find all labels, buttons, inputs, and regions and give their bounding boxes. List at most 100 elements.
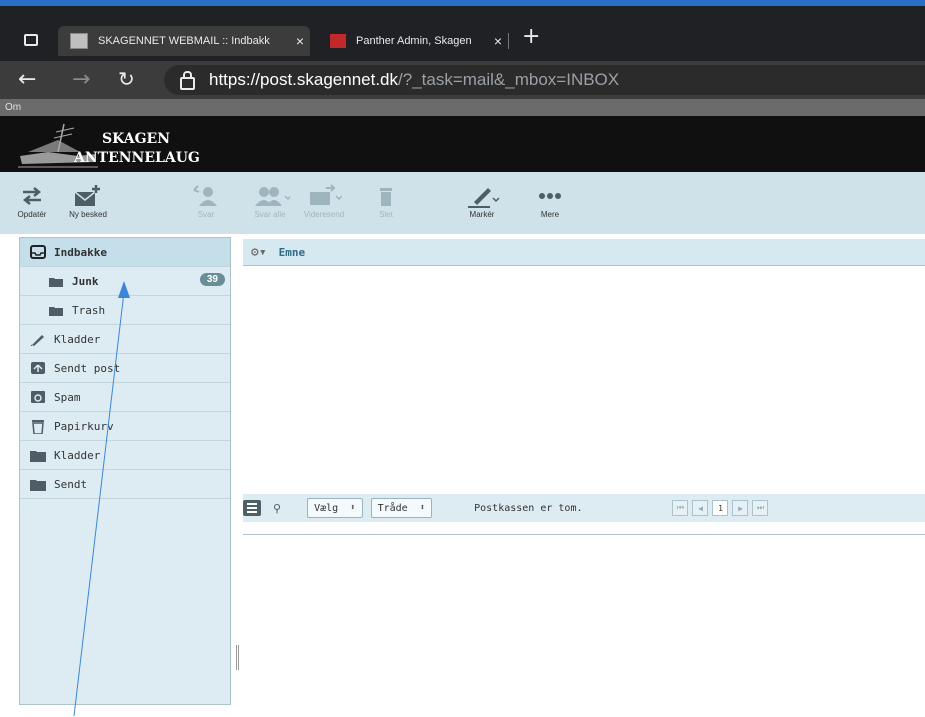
- back-icon[interactable]: ←: [18, 67, 36, 92]
- browser-tab-bar: SKAGENNET WEBMAIL :: Indbakk × Panther A…: [0, 6, 925, 61]
- folder-icon: [30, 477, 46, 491]
- message-list: [243, 266, 925, 494]
- site-banner: SKAGEN ANTENNELAUG: [0, 116, 925, 172]
- reply-all-label: Svar alle: [254, 210, 286, 219]
- more-label: Mere: [540, 210, 560, 219]
- inbox-icon: [30, 245, 46, 259]
- folder-label: Indbakke: [54, 245, 107, 259]
- address-bar[interactable]: https://post.skagennet.dk/?_task=mail&_m…: [164, 65, 925, 95]
- forward-label: Videresend: [303, 210, 345, 219]
- folder-label: Sendt: [54, 477, 88, 491]
- browser-nav-bar: ← → ↻ https://post.skagennet.dk/?_task=m…: [0, 61, 925, 99]
- logo-line-2: ANTENNELAUG: [74, 150, 200, 166]
- tab-panther-admin[interactable]: Panther Admin, Skagen ×: [318, 26, 508, 56]
- tab-separator: [508, 33, 509, 49]
- folder-icon: [48, 274, 64, 288]
- folder-list: Indbakke Junk 39 Trash Kladder Sendt pos…: [19, 237, 231, 705]
- folder-label: Papirkurv: [54, 419, 114, 433]
- trash-icon: [30, 419, 46, 434]
- webmail-favicon-icon: [70, 33, 88, 49]
- folder-item-kladder[interactable]: Kladder: [20, 441, 230, 470]
- updown-arrow-icon: ⬍: [419, 503, 426, 513]
- logo-line-1: SKAGEN: [102, 131, 170, 147]
- folder-item-papirkurv[interactable]: Papirkurv: [20, 412, 230, 441]
- lock-icon[interactable]: [180, 70, 195, 90]
- threads-dropdown-value: Tråde: [377, 502, 408, 514]
- tab-close-icon[interactable]: ×: [290, 33, 310, 49]
- reply-label: Svar: [197, 210, 215, 219]
- message-list-header: ⚙▾ Emne: [243, 239, 925, 266]
- message-list-footer: ⚲ Vælg ⬍ Tråde ⬍ Postkassen er tom. ⏮ ◀ …: [243, 494, 925, 522]
- threads-dropdown[interactable]: Tråde ⬍: [370, 498, 433, 518]
- refresh-label: Opdatér: [17, 210, 47, 219]
- updown-arrow-icon: ⬍: [350, 503, 356, 513]
- reload-icon[interactable]: ↻: [118, 67, 135, 91]
- message-preview-pane: [243, 534, 925, 707]
- tab-title: SKAGENNET WEBMAIL :: Indbakk: [98, 35, 270, 47]
- threads-toggle-icon[interactable]: ⚲: [273, 502, 281, 515]
- more-button[interactable]: Mere: [520, 182, 580, 219]
- folder-item-kladder-drafts[interactable]: Kladder: [20, 325, 230, 354]
- previous-page-icon[interactable]: ◀: [692, 500, 709, 516]
- tab-close-icon[interactable]: ×: [488, 33, 508, 49]
- compose-label: Ny besked: [69, 210, 107, 219]
- panther-favicon-icon: [330, 34, 346, 48]
- refresh-arrows-icon: [2, 182, 62, 210]
- folder-label: Spam: [54, 390, 81, 404]
- folder-icon: [48, 303, 64, 317]
- pencil-icon: [30, 332, 46, 346]
- new-tab-icon[interactable]: +: [522, 24, 540, 49]
- reply-all-button[interactable]: Svar alle: [240, 182, 300, 219]
- reply-person-icon: [176, 182, 236, 210]
- folder-label: Kladder: [54, 448, 101, 462]
- folder-icon: [30, 448, 46, 462]
- folder-label: Junk: [72, 274, 99, 288]
- next-page-icon[interactable]: ▶: [732, 500, 749, 516]
- folder-label: Trash: [72, 303, 106, 317]
- unread-count-badge: 39: [199, 273, 225, 286]
- select-dropdown[interactable]: Vælg ⬍: [307, 498, 363, 518]
- folder-label: Sendt post: [54, 361, 121, 375]
- subject-column-header[interactable]: Emne: [279, 246, 306, 259]
- folder-item-trash[interactable]: Trash: [20, 296, 230, 325]
- compose-button[interactable]: Ny besked: [58, 182, 118, 219]
- about-link[interactable]: Om: [0, 99, 925, 116]
- folder-item-junk[interactable]: Junk 39: [20, 267, 230, 296]
- list-menu-icon[interactable]: [243, 500, 261, 516]
- mark-label: Markér: [469, 210, 495, 219]
- refresh-button[interactable]: Opdatér: [2, 182, 62, 219]
- spam-icon: [30, 390, 46, 404]
- folder-item-spam[interactable]: Spam: [20, 383, 230, 412]
- more-dots-icon: [520, 182, 580, 210]
- current-page-number: 1: [712, 500, 729, 516]
- trash-can-icon: [356, 182, 416, 210]
- logo-text: SKAGEN ANTENNELAUG: [74, 130, 200, 168]
- list-options-gear-icon[interactable]: ⚙▾: [251, 245, 267, 260]
- delete-label: Slet: [379, 210, 393, 219]
- mail-toolbar: Opdatér Ny besked Svar Svar alle Videres…: [0, 172, 925, 234]
- url-text: https://post.skagennet.dk/?_task=mail&_m…: [209, 70, 620, 89]
- reply-button[interactable]: Svar: [176, 182, 236, 219]
- select-dropdown-value: Vælg: [314, 502, 339, 514]
- folder-item-sendt[interactable]: Sendt: [20, 470, 230, 499]
- forward-button[interactable]: Videresend: [294, 182, 354, 219]
- reply-all-people-icon: [240, 182, 300, 210]
- delete-button[interactable]: Slet: [356, 182, 416, 219]
- folder-item-indbakke[interactable]: Indbakke: [20, 238, 230, 267]
- marker-pen-icon: [452, 182, 512, 210]
- first-page-icon[interactable]: ⏮: [672, 500, 689, 516]
- tab-webmail[interactable]: SKAGENNET WEBMAIL :: Indbakk ×: [58, 26, 310, 56]
- last-page-icon[interactable]: ⏭: [752, 500, 769, 516]
- bottom-margin: [0, 705, 925, 717]
- tab-actions-icon[interactable]: [24, 34, 38, 46]
- sent-icon: [30, 361, 46, 375]
- folder-label: Kladder: [54, 332, 101, 346]
- forward-envelope-icon: [294, 182, 354, 210]
- tab-title: Panther Admin, Skagen: [356, 35, 472, 47]
- compose-envelope-icon: [58, 182, 118, 210]
- mark-button[interactable]: Markér: [452, 182, 512, 219]
- folder-item-sendt-post[interactable]: Sendt post: [20, 354, 230, 383]
- pane-resize-handle[interactable]: [236, 645, 239, 670]
- forward-icon[interactable]: →: [72, 67, 90, 92]
- pagination: ⏮ ◀ 1 ▶ ⏭: [672, 500, 769, 516]
